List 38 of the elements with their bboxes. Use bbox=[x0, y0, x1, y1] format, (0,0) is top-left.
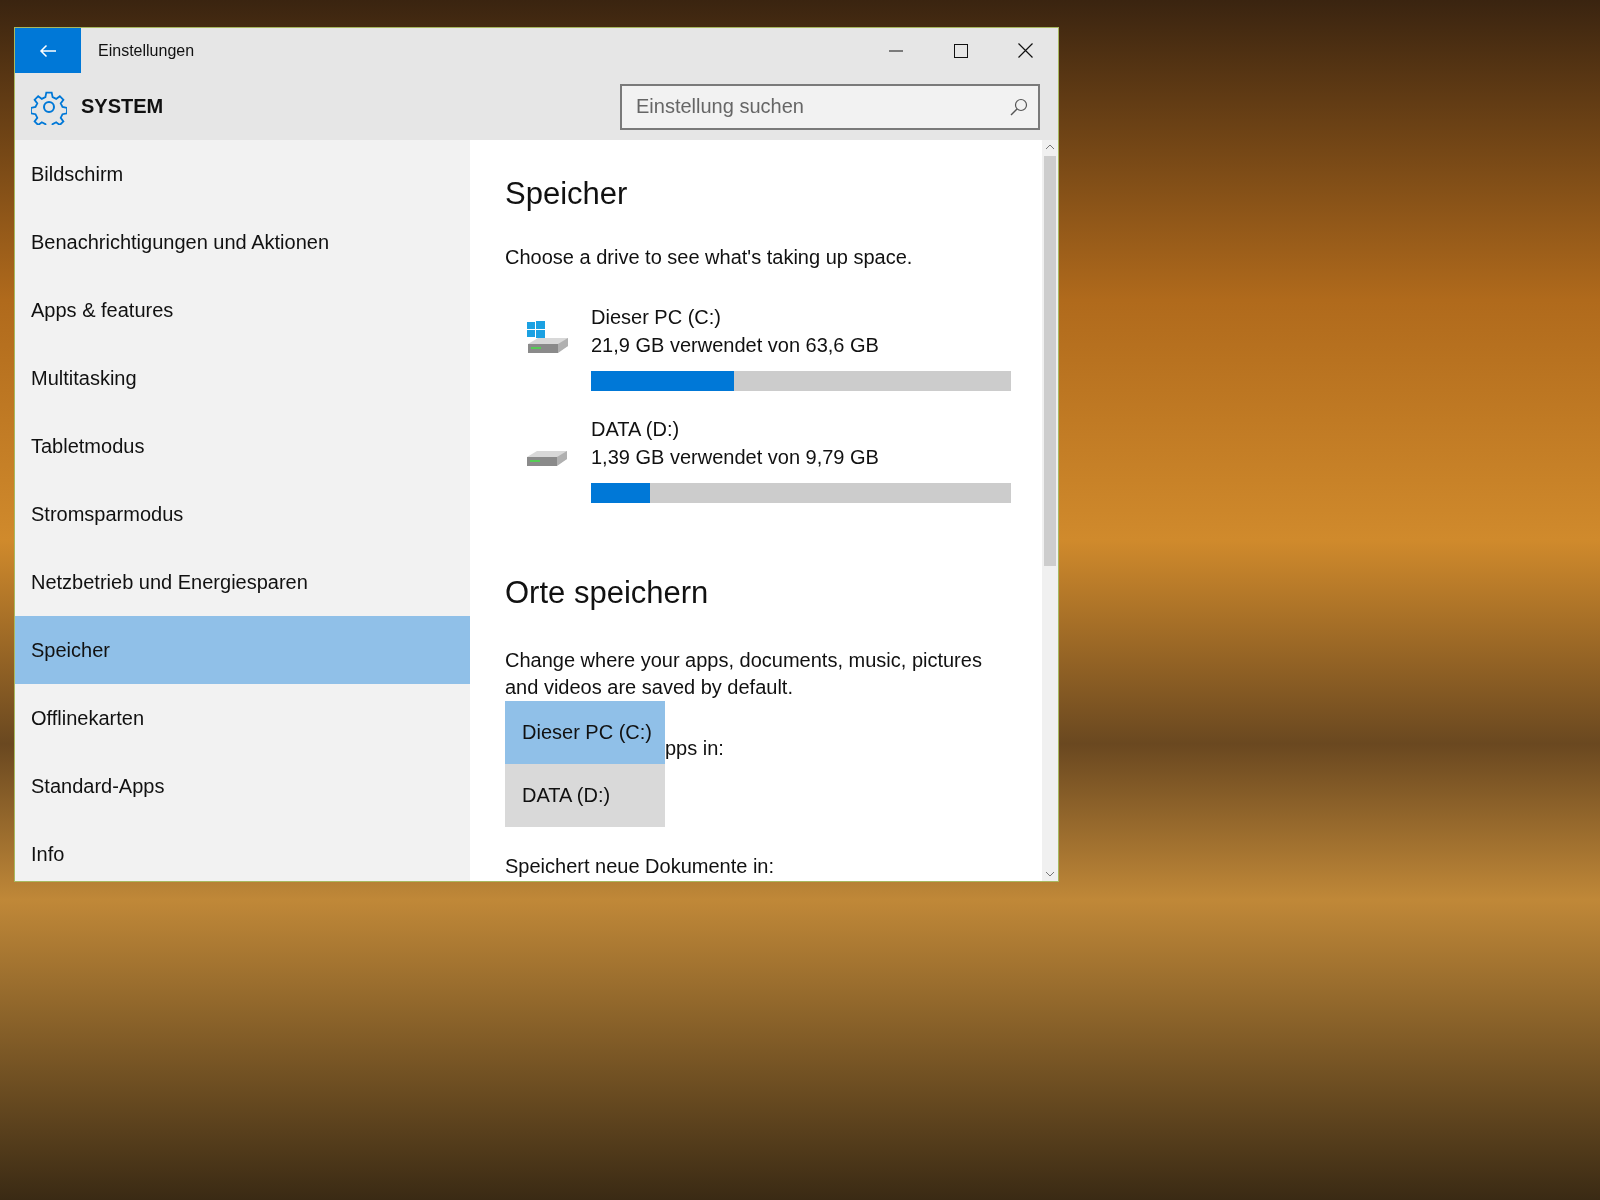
section-heading: Orte speichern bbox=[505, 575, 710, 611]
back-button[interactable] bbox=[15, 28, 81, 73]
scrollbar[interactable] bbox=[1042, 140, 1058, 881]
section-title: SYSTEM bbox=[81, 95, 164, 118]
page-heading: Speicher bbox=[505, 176, 629, 212]
minimize-icon bbox=[888, 49, 903, 52]
sidebar-item[interactable]: Speicher bbox=[15, 616, 470, 684]
description-text: Choose a drive to see what's taking up space. bbox=[505, 246, 914, 269]
scroll-up-icon[interactable] bbox=[1045, 144, 1055, 150]
sidebar-item[interactable]: Stromsparmodus bbox=[15, 480, 470, 548]
sidebar-item[interactable]: Apps & features bbox=[15, 276, 470, 344]
sidebar-item[interactable]: Offlinekarten bbox=[15, 684, 470, 752]
drive-usage-text: 1,39 GB verwendet von 9,79 GB bbox=[591, 445, 880, 470]
sidebar-item[interactable]: Netzbetrieb und Energiesparen bbox=[15, 548, 470, 616]
setting-label: pps in: bbox=[665, 737, 724, 760]
hard-drive-icon bbox=[527, 451, 567, 466]
sidebar-item[interactable]: Info bbox=[15, 820, 470, 881]
scrollbar-thumb[interactable] bbox=[1044, 156, 1056, 566]
sidebar-item[interactable]: Multitasking bbox=[15, 344, 470, 412]
dropdown-option[interactable]: Dieser PC (C:) bbox=[505, 701, 665, 764]
search-icon bbox=[1010, 97, 1028, 116]
sidebar-item[interactable]: Standard-Apps bbox=[15, 752, 470, 820]
dropdown-option[interactable]: DATA (D:) bbox=[505, 764, 665, 827]
sidebar-item[interactable]: Benachrichtigungen und Aktionen bbox=[15, 208, 470, 276]
close-icon bbox=[1018, 43, 1033, 58]
search-field[interactable]: Einstellung suchen bbox=[620, 83, 1040, 130]
maximize-icon bbox=[953, 43, 968, 58]
drive-name[interactable]: DATA (D:) bbox=[591, 415, 1011, 443]
setting-label: Speichert neue Dokumente in: bbox=[505, 855, 776, 878]
drive-name[interactable]: Dieser PC (C:) bbox=[591, 303, 1011, 331]
back-arrow-icon bbox=[39, 43, 57, 58]
sidebar-item[interactable]: Tabletmodus bbox=[15, 412, 470, 480]
drive-usage-text: 21,9 GB verwendet von 63,6 GB bbox=[591, 333, 880, 358]
sidebar-item[interactable]: Bildschirm bbox=[15, 140, 470, 208]
system-drive-icon bbox=[527, 321, 569, 353]
description-text: Change where your apps, documents, music, pictures and videos are saved by default. bbox=[505, 648, 983, 700]
window-title: Einstellungen bbox=[98, 41, 195, 60]
scroll-down-icon[interactable] bbox=[1045, 871, 1055, 877]
